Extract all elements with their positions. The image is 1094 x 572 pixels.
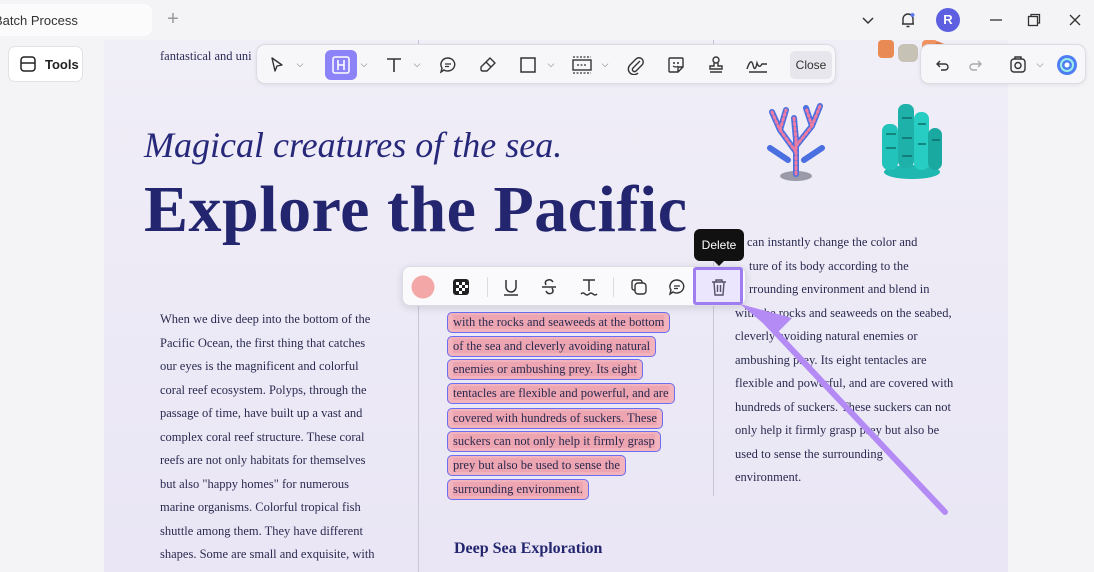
highlight-line[interactable]: tentacles are flexible and powerful, and… — [447, 383, 675, 404]
column-3-line: ture of its body according to the — [749, 258, 909, 273]
copy-icon[interactable] — [627, 275, 651, 299]
minimize-icon[interactable] — [984, 8, 1008, 32]
chevron-down-icon[interactable]: ⌵ — [546, 58, 556, 70]
restore-icon[interactable] — [1022, 8, 1046, 32]
left-panel — [0, 40, 104, 572]
comment-icon[interactable] — [435, 50, 461, 80]
pointer-arrow — [740, 304, 948, 515]
page-subtitle: Magical creatures of the sea. — [144, 125, 563, 165]
eraser-icon[interactable] — [475, 50, 501, 80]
chevron-down-icon[interactable]: ⌵ — [1035, 58, 1045, 70]
close-toolbar-button[interactable]: Close — [790, 51, 832, 79]
highlight-line[interactable]: with the rocks and seaweeds at the botto… — [447, 312, 671, 333]
highlight-text: tentacles are flexible and powerful, and… — [453, 386, 669, 400]
text-tool-icon[interactable] — [381, 50, 407, 80]
highlight-line[interactable]: suckers can not only help it firmly gras… — [447, 431, 661, 452]
select-tool-icon[interactable] — [265, 50, 289, 80]
color-picker-button[interactable] — [411, 275, 435, 299]
rectangle-icon[interactable] — [515, 50, 541, 80]
avatar[interactable]: R — [936, 8, 960, 32]
column-divider — [418, 302, 419, 572]
right-gutter — [1008, 40, 1094, 572]
tab-label: Batch Process — [0, 13, 78, 28]
chevron-down-icon[interactable]: ⌵ — [412, 58, 422, 70]
delete-tooltip: Delete — [694, 229, 744, 266]
highlight-text: with the rocks and seaweeds at the botto… — [453, 315, 665, 329]
squiggly-underline-icon[interactable] — [577, 275, 601, 299]
main-toolbar: ⌵ ⌵ ⌵ ⌵ ⌵ Close — [256, 44, 836, 84]
tools-button[interactable]: Tools — [8, 46, 83, 82]
tools-label: Tools — [45, 56, 79, 72]
column-1-line: complex coral reef structure. These cora… — [160, 429, 365, 444]
chevron-down-icon[interactable]: ⌵ — [295, 58, 305, 70]
pink-coral-image — [767, 103, 825, 181]
highlight-line[interactable]: covered with hundreds of suckers. These — [447, 408, 663, 429]
title-bar: Batch Process + R — [0, 0, 1094, 40]
strikethrough-icon[interactable] — [537, 275, 561, 299]
column-1-line: Pacific Ocean, the first thing that catc… — [160, 335, 366, 350]
attachment-icon[interactable] — [623, 50, 649, 80]
redo-icon[interactable] — [963, 50, 989, 80]
column-1-line: shuttle among them. They have different — [160, 523, 363, 538]
highlight-text: of the sea and cleverly avoiding natural — [453, 339, 651, 353]
column-3-line: can instantly change the color and — [747, 235, 918, 249]
separator — [487, 277, 488, 297]
tools-icon — [20, 56, 36, 72]
chevron-down-icon[interactable]: ⌵ — [359, 58, 369, 70]
page-title: Explore the Pacific — [144, 173, 688, 246]
separator — [613, 277, 614, 297]
signature-icon[interactable] — [743, 50, 771, 80]
ai-assistant-icon[interactable] — [1055, 50, 1079, 80]
highlight-line[interactable]: enemies or ambushing prey. Its eight — [447, 359, 643, 380]
bell-icon[interactable] — [896, 8, 920, 32]
screenshot-icon[interactable] — [1005, 50, 1031, 80]
column-1: When we dive deep into the bottom of the… — [160, 308, 396, 567]
highlight-text: suckers can not only help it firmly gras… — [453, 434, 655, 448]
column-1-line: shapes. Some are small and exquisite, wi… — [160, 547, 375, 561]
page-top-text: fantastical and uni — [160, 49, 252, 63]
sticker-icon[interactable] — [663, 50, 689, 80]
column-1-line: reefs are not only habitats for themselv… — [160, 453, 366, 467]
section-heading: Deep Sea Exploration — [454, 540, 603, 557]
highlight-line[interactable]: of the sea and cleverly avoiding natural — [447, 336, 657, 357]
column-1-line: coral reef ecosystem. Polyps, through th… — [160, 382, 367, 397]
secondary-toolbar: ⌵ — [920, 44, 1086, 84]
column-1-line: passage of time, have built up a vast an… — [160, 406, 363, 420]
highlight-line[interactable]: surrounding environment. — [447, 479, 589, 500]
comment-icon[interactable] — [665, 275, 689, 299]
undo-icon[interactable] — [929, 50, 955, 80]
highlight-text: covered with hundreds of suckers. These — [453, 411, 657, 425]
highlight-tool-icon[interactable] — [325, 50, 357, 80]
opacity-icon[interactable] — [449, 275, 473, 299]
chevron-down-icon[interactable]: ⌵ — [600, 58, 610, 70]
column-1-line: but also "happy homes" for numerous — [160, 476, 349, 491]
column-1-line: When we dive deep into the bottom of the — [160, 312, 371, 326]
tab-batch-process[interactable]: Batch Process — [0, 4, 152, 36]
close-window-icon[interactable] — [1063, 8, 1087, 32]
chevron-down-icon[interactable] — [856, 8, 880, 32]
column-3-line: rrounding environment and blend in — [749, 282, 930, 296]
stamp-icon[interactable] — [703, 50, 729, 80]
underline-icon[interactable] — [499, 275, 523, 299]
highlight-text: enemies or ambushing prey. Its eight — [453, 362, 637, 376]
text-box-icon[interactable] — [569, 50, 595, 80]
teal-coral-image — [882, 104, 942, 179]
column-1-line: our eyes is the magnificent and colorful — [160, 359, 359, 373]
new-tab-button[interactable]: + — [162, 8, 184, 30]
column-1-line: marine organisms. Colorful tropical fish — [160, 500, 361, 514]
highlight-text: surrounding environment. — [453, 482, 583, 496]
highlight-text: prey but also be used to sense the — [453, 458, 620, 472]
highlight-line[interactable]: prey but also be used to sense the — [447, 455, 626, 476]
